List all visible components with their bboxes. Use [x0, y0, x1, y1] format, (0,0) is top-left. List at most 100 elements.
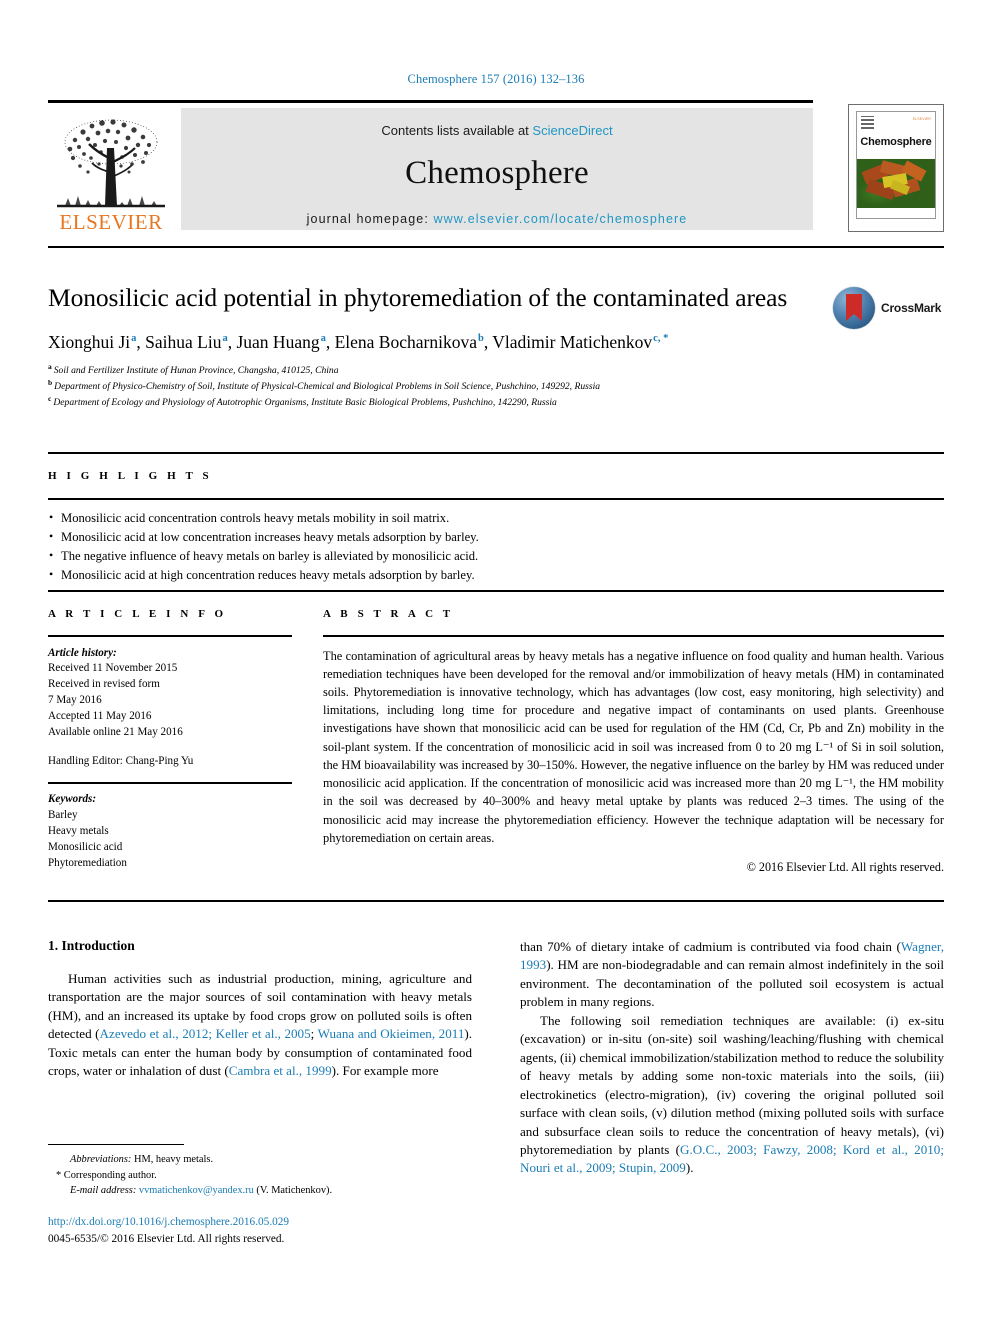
affiliation-text: Soil and Fertilizer Institute of Hunan P… — [53, 365, 339, 377]
affiliation-text: Department of Physico-Chemistry of Soil,… — [54, 381, 601, 393]
contents-available-line: Contents lists available at ScienceDirec… — [381, 123, 612, 138]
author-affil-marker: a — [320, 333, 326, 345]
sciencedirect-link[interactable]: ScienceDirect — [532, 123, 612, 138]
cover-inner-frame: ELSEVIER Chemosphere — [856, 111, 936, 219]
author-affil-marker: b — [477, 333, 484, 345]
article-info-label: A R T I C L E I N F O — [48, 608, 227, 620]
keyword-item: Barley — [48, 808, 78, 821]
affiliation-list: a Soil and Fertilizer Institute of Hunan … — [48, 362, 808, 410]
issn-copyright-line: 0045-6535/© 2016 Elsevier Ltd. All right… — [48, 1232, 285, 1245]
page-title: Monosilicic acid potential in phytoremed… — [48, 283, 788, 312]
email-link[interactable]: vvmatichenkov@yandex.ru — [139, 1185, 254, 1196]
elsevier-tree-icon — [57, 119, 165, 208]
history-line: Received 11 November 2015 — [48, 662, 178, 675]
masthead-top-rule — [48, 100, 813, 103]
citation-link[interactable]: Cambra et al., 1999 — [229, 1063, 332, 1078]
author-entry: Elena Bocharnikovab — [335, 332, 484, 352]
homepage-prefix: journal homepage: — [306, 212, 434, 226]
cover-publisher-mark: ELSEVIER — [912, 117, 931, 121]
citation-link[interactable]: Azevedo et al., 2012; — [100, 1026, 213, 1041]
paragraph: The following soil remediation technique… — [520, 1012, 944, 1176]
highlights-top-rule — [48, 452, 944, 454]
journal-article-page: Chemosphere 157 (2016) 132–136 ELSEVIER … — [0, 0, 992, 1323]
journal-title: Chemosphere — [405, 155, 589, 191]
keyword-item: Phytoremediation — [48, 856, 127, 869]
doi-link[interactable]: http://dx.doi.org/10.1016/j.chemosphere.… — [48, 1214, 478, 1231]
article-info-section: A R T I C L E I N F O Article history: R… — [48, 608, 292, 872]
section-heading-introduction: 1. Introduction — [48, 938, 135, 953]
author-entry: Juan Huanga — [236, 332, 325, 352]
handling-editor: Handling Editor: Chang-Ping Yu — [48, 755, 194, 768]
list-item: Monosilicic acid at high concentration r… — [48, 565, 944, 585]
keywords-block: Keywords: Barley Heavy metals Monosilici… — [48, 792, 292, 872]
journal-masthead: ELSEVIER Contents lists available at Sci… — [48, 100, 944, 233]
abbreviations-text: HM, heavy metals. — [131, 1154, 214, 1165]
author-entry: Vladimir Matichenkovc, * — [492, 332, 668, 352]
author-list: Xionghui Jia, Saihua Liua, Juan Huanga, … — [48, 332, 669, 353]
highlights-divider — [48, 498, 944, 500]
highlights-label: H I G H L I G H T S — [48, 470, 213, 482]
abstract-label: A B S T R A C T — [323, 608, 454, 620]
cover-top-area: ELSEVIER Chemosphere — [857, 112, 935, 159]
abbreviations-label: Abbreviations: — [70, 1154, 132, 1165]
crossmark-badge-group[interactable]: CrossMark — [833, 284, 953, 332]
body-left-column: 1. Introduction Human activities such as… — [48, 938, 472, 1081]
keywords-divider — [48, 782, 292, 784]
crossmark-label: CrossMark — [881, 301, 942, 315]
email-note: E-mail address: vvmatichenkov@yandex.ru … — [48, 1183, 478, 1199]
history-line: Received in revised form — [48, 678, 160, 691]
citation-link[interactable]: G.O.C., 2003; Fawzy, 2008; Kord et al., … — [520, 1142, 944, 1175]
footnotes-block: Abbreviations: HM, heavy metals. * Corre… — [48, 1152, 478, 1199]
journal-homepage-line: journal homepage: www.elsevier.com/locat… — [307, 212, 688, 226]
qr-code-icon — [861, 116, 874, 129]
highlights-list: Monosilicic acid concentration controls … — [48, 507, 944, 586]
citation-link[interactable]: Wuana and Okieimen, 2011 — [318, 1026, 465, 1041]
affiliation-text: Department of Ecology and Physiology of … — [53, 397, 557, 409]
list-item: The negative influence of heavy metals o… — [48, 546, 944, 566]
corresponding-author-note: * Corresponding author. — [56, 1169, 157, 1181]
highlights-section: H I G H L I G H T S Monosilicic acid con… — [48, 470, 944, 586]
running-head: Chemosphere 157 (2016) 132–136 — [407, 72, 585, 86]
article-info-divider — [48, 635, 292, 637]
list-item: Monosilicic acid at low concentration in… — [48, 527, 944, 547]
masthead-bottom-rule — [48, 246, 944, 248]
abstract-divider — [323, 635, 944, 637]
email-label: E-mail address: — [70, 1185, 137, 1197]
articleinfo-top-rule — [48, 590, 944, 592]
elsevier-logo: ELSEVIER — [48, 106, 174, 233]
citation-link[interactable]: Keller et al., 2005 — [216, 1026, 311, 1041]
crossmark-icon — [833, 287, 875, 329]
author-affil-marker: c, * — [653, 333, 669, 345]
cover-journal-title: Chemosphere — [860, 136, 932, 148]
email-suffix: (V. Matichenkov). — [253, 1185, 333, 1197]
keyword-item: Monosilicic acid — [48, 840, 123, 853]
footer-block: http://dx.doi.org/10.1016/j.chemosphere.… — [48, 1214, 478, 1248]
author-name: Xionghui Ji — [48, 332, 131, 353]
paragraph: than 70% of dietary intake of cadmium is… — [520, 939, 944, 1010]
journal-cover-thumbnail: ELSEVIER Chemosphere — [848, 104, 944, 232]
cover-leaf-photo — [857, 159, 935, 208]
history-line: 7 May 2016 — [48, 694, 102, 707]
body-right-column: than 70% of dietary intake of cadmium is… — [520, 938, 944, 1178]
author-name: Saihua Liu — [145, 332, 222, 353]
author-entry: Saihua Liua — [145, 332, 228, 352]
author-name: Vladimir Matichenkov — [492, 332, 653, 353]
corresponding-author-text: Corresponding author. — [63, 1169, 157, 1181]
author-entry: Xionghui Jia — [48, 332, 136, 352]
journal-homepage-link[interactable]: www.elsevier.com/locate/chemosphere — [433, 212, 687, 226]
abstract-text: The contamination of agricultural areas … — [323, 648, 944, 845]
history-line: Available online 21 May 2016 — [48, 726, 183, 739]
keywords-heading: Keywords: — [48, 792, 97, 805]
author-name: Juan Huang — [236, 332, 320, 353]
citation-link[interactable]: Wagner, 1993 — [520, 939, 944, 972]
article-history-heading: Article history: — [48, 646, 117, 659]
elsevier-wordmark: ELSEVIER — [59, 210, 163, 234]
author-affil-marker: a — [222, 333, 228, 345]
author-name: Elena Bocharnikova — [334, 332, 477, 353]
paragraph: Human activities such as industrial prod… — [48, 971, 473, 1079]
footnote-divider — [48, 1144, 184, 1145]
list-item: Monosilicic acid concentration controls … — [48, 507, 944, 528]
journal-banner: Contents lists available at ScienceDirec… — [181, 108, 813, 230]
abbreviations-note: Abbreviations: HM, heavy metals. — [48, 1152, 478, 1168]
affiliation-item: b Department of Physico-Chemistry of Soil… — [48, 378, 808, 394]
